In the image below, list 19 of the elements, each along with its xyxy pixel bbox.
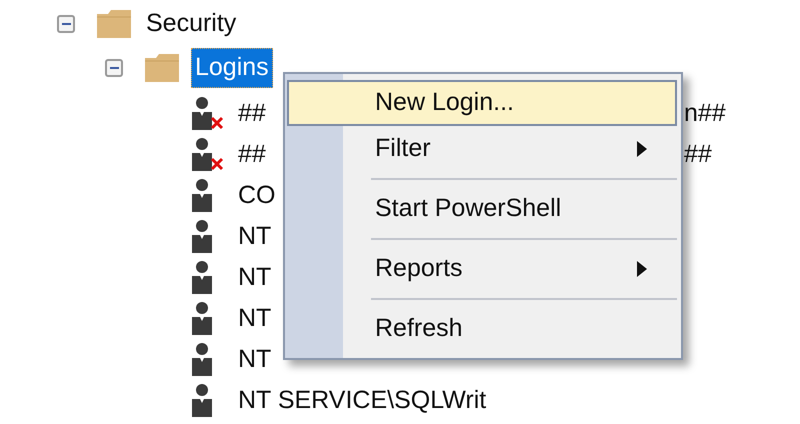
- login-name[interactable]: NT: [238, 262, 272, 292]
- menu-item[interactable]: New Login...: [287, 80, 677, 126]
- menu-item[interactable]: Filter: [287, 126, 677, 172]
- login-name[interactable]: NT SERVICE\SQLWrit: [238, 385, 486, 415]
- submenu-arrow-icon: [637, 261, 647, 277]
- login-name[interactable]: NT: [238, 221, 272, 251]
- menu-item[interactable]: Reports: [287, 246, 677, 292]
- login-name[interactable]: NT: [238, 303, 272, 333]
- collapse-toggle[interactable]: [105, 59, 123, 77]
- collapse-toggle[interactable]: [57, 15, 75, 33]
- menu-item[interactable]: Start PowerShell: [287, 186, 677, 232]
- folder-icon: [145, 54, 179, 82]
- folder-icon: [97, 10, 131, 38]
- login-name[interactable]: CO: [238, 180, 276, 210]
- menu-item[interactable]: Refresh: [287, 306, 677, 352]
- submenu-arrow-icon: [637, 141, 647, 157]
- tree-node-label[interactable]: Logins: [191, 48, 273, 88]
- tree-node-label[interactable]: Security: [146, 5, 236, 43]
- login-name[interactable]: NT: [238, 344, 272, 374]
